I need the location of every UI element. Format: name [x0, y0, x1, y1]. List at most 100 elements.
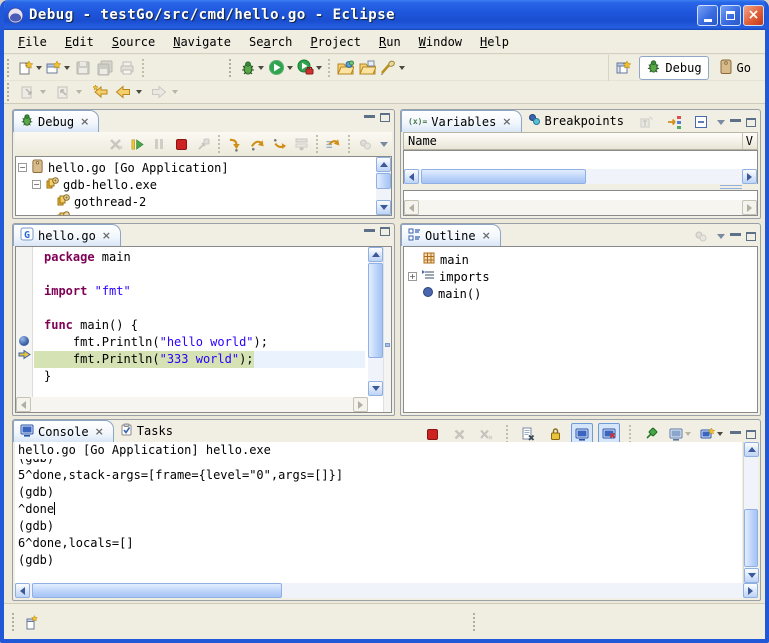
detail-horizontal-scrollbar[interactable]	[404, 200, 757, 215]
maximize-view-icon[interactable]	[380, 227, 390, 236]
minimize-view-icon[interactable]	[730, 430, 741, 434]
variables-tree[interactable]	[403, 150, 758, 184]
view-menu-icon[interactable]	[717, 120, 725, 125]
scrollbar-thumb[interactable]	[32, 583, 282, 598]
scroll-left-button[interactable]	[404, 200, 419, 215]
menu-run[interactable]: Run	[371, 33, 409, 51]
editor-code-area[interactable]: package main import "fmt" func main() { …	[34, 249, 365, 385]
toolbar-grip[interactable]	[7, 59, 12, 77]
scrollbar-thumb[interactable]	[376, 173, 391, 189]
scroll-up-button[interactable]	[744, 442, 759, 457]
scroll-down-button[interactable]	[376, 200, 391, 215]
title-bar[interactable]: Debug - testGo/src/cmd/hello.go - Eclips…	[0, 0, 769, 30]
scroll-down-button[interactable]	[744, 568, 759, 583]
show-logical-structures-button[interactable]	[663, 113, 685, 131]
code-line-breakpoint[interactable]: fmt.Println("hello world");	[34, 334, 365, 351]
tab-variables[interactable]: (x)= Variables ×	[401, 110, 522, 132]
drop-to-frame-button[interactable]	[290, 133, 312, 155]
tree-row-partial[interactable]	[16, 210, 391, 216]
console-vertical-scrollbar[interactable]	[743, 442, 758, 583]
perspective-go-button[interactable]: Go	[713, 57, 757, 79]
step-over-button[interactable]	[246, 133, 268, 155]
save-button[interactable]	[72, 57, 94, 79]
open-perspective-button[interactable]	[613, 57, 635, 79]
editor-content[interactable]: package main import "fmt" func main() { …	[15, 246, 392, 413]
collapse-expander-icon[interactable]: −	[18, 163, 27, 172]
tree-row[interactable]: gothread-2	[16, 193, 391, 210]
code-line[interactable]: func main() {	[34, 317, 365, 334]
next-annotation-button[interactable]	[16, 81, 38, 103]
tree-row[interactable]: − gdb-hello.exe	[16, 176, 391, 193]
collapse-all-button[interactable]	[690, 113, 712, 131]
view-menu-icon[interactable]	[717, 234, 725, 239]
suspend-button[interactable]	[148, 133, 170, 155]
code-line[interactable]: }	[34, 368, 365, 385]
maximize-view-icon[interactable]	[380, 113, 390, 122]
show-type-names-button[interactable]	[636, 113, 658, 131]
breakpoint-icon[interactable]	[19, 336, 29, 346]
minimize-view-icon[interactable]	[730, 118, 741, 122]
use-step-filters-button[interactable]	[322, 133, 344, 155]
search-button[interactable]	[378, 57, 407, 79]
save-all-button[interactable]	[94, 57, 116, 79]
scroll-up-button[interactable]	[368, 247, 383, 262]
new-project-button[interactable]	[44, 57, 72, 79]
collapse-expander-icon[interactable]: −	[32, 180, 41, 189]
menu-help[interactable]: Help	[472, 33, 517, 51]
minimize-window-button[interactable]	[697, 5, 718, 26]
minimize-view-icon[interactable]	[364, 114, 375, 118]
scroll-right-button[interactable]	[353, 397, 368, 412]
disconnect-button[interactable]	[192, 133, 214, 155]
scroll-left-button[interactable]	[16, 397, 31, 412]
outline-item-imports[interactable]: + imports	[404, 268, 757, 285]
back-button[interactable]	[112, 81, 134, 103]
debug-vertical-scrollbar[interactable]	[376, 157, 391, 215]
console-text-area[interactable]: (gdb) 5^done,stack-args=[frame={level="0…	[15, 459, 742, 583]
scroll-right-button[interactable]	[742, 169, 757, 184]
forward-button[interactable]	[148, 81, 170, 103]
new-wizard-button[interactable]	[16, 57, 44, 79]
maximize-view-icon[interactable]	[746, 430, 756, 439]
tab-debug[interactable]: Debug ×	[13, 110, 99, 132]
tab-breakpoints[interactable]: Breakpoints	[522, 110, 633, 132]
menu-search[interactable]: Search	[241, 33, 300, 51]
outline-item-package[interactable]: main	[404, 251, 757, 268]
step-return-button[interactable]	[268, 133, 290, 155]
scroll-up-button[interactable]	[376, 157, 391, 172]
outline-item-main-func[interactable]: main()	[404, 285, 757, 302]
fast-view-button[interactable]	[21, 611, 43, 633]
debug-options-button[interactable]	[354, 133, 376, 155]
editor-vertical-scrollbar[interactable]	[368, 247, 383, 396]
tree-row[interactable]: − hello.go [Go Application]	[16, 159, 391, 176]
minimize-view-icon[interactable]	[364, 228, 375, 232]
terminate-button[interactable]	[170, 133, 192, 155]
close-icon[interactable]: ×	[482, 229, 491, 242]
open-resource-button[interactable]	[334, 57, 356, 79]
print-button[interactable]	[116, 57, 138, 79]
step-into-button[interactable]	[224, 133, 246, 155]
scrollbar-thumb[interactable]	[421, 169, 586, 184]
tab-outline[interactable]: Outline ×	[401, 224, 501, 246]
open-folder-button[interactable]	[356, 57, 378, 79]
toolbar-grip[interactable]	[7, 83, 12, 101]
expand-expander-icon[interactable]: +	[408, 272, 417, 281]
code-line-current[interactable]: fmt.Println("333 world");	[34, 351, 365, 368]
perspective-debug-button[interactable]: Debug	[639, 56, 708, 80]
debug-tree[interactable]: − hello.go [Go Application] − gdb-hello.…	[15, 156, 392, 216]
column-separator[interactable]	[742, 133, 743, 149]
menu-file[interactable]: File	[10, 33, 55, 51]
console-horizontal-scrollbar[interactable]	[15, 583, 758, 598]
close-icon[interactable]: ×	[95, 425, 104, 438]
scroll-left-button[interactable]	[15, 583, 30, 598]
outline-tree[interactable]: main + imports main()	[403, 246, 758, 413]
menu-project[interactable]: Project	[302, 33, 369, 51]
menu-source[interactable]: Source	[104, 33, 163, 51]
scrollbar-thumb[interactable]	[368, 263, 383, 358]
code-line[interactable]	[34, 300, 365, 317]
close-icon[interactable]: ×	[502, 115, 511, 128]
previous-annotation-button[interactable]	[52, 81, 74, 103]
scroll-right-button[interactable]	[743, 583, 758, 598]
variables-detail-pane[interactable]	[403, 190, 758, 216]
close-window-button[interactable]: ×	[743, 5, 764, 26]
external-tools-button[interactable]	[295, 57, 324, 79]
